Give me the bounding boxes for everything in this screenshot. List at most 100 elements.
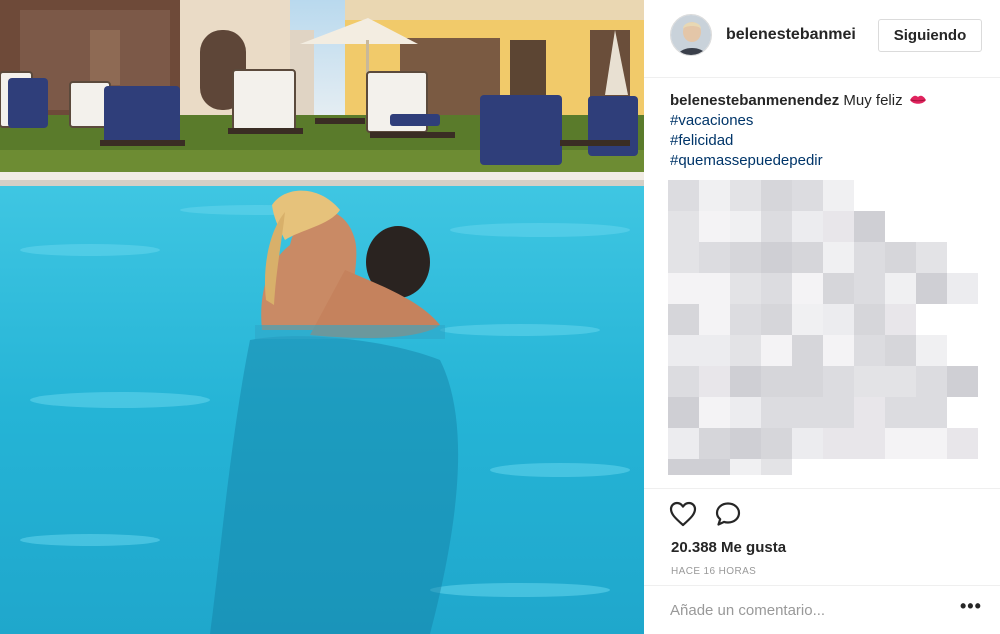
pixelated-cell	[761, 242, 792, 273]
likes-count[interactable]: 20.388 Me gusta	[671, 539, 786, 556]
pixelated-cell	[916, 242, 947, 273]
pixelated-cell	[823, 304, 854, 335]
pixelated-cell	[792, 180, 823, 211]
pixelated-cell	[854, 273, 885, 304]
pixelated-cell	[916, 397, 947, 428]
author-username[interactable]: belenestebanmei	[726, 26, 856, 44]
pixelated-cell	[792, 335, 823, 366]
pixelated-cell	[730, 366, 761, 397]
pixelated-cell	[699, 428, 730, 459]
pixelated-cell	[916, 335, 947, 366]
pixelated-cell	[730, 304, 761, 335]
pixelated-cell	[699, 366, 730, 397]
pixelated-cell	[761, 304, 792, 335]
post-timestamp[interactable]: HACE 16 HORAS	[671, 566, 756, 577]
pixelated-cell	[947, 428, 978, 459]
pixelated-cell	[854, 242, 885, 273]
pixelated-cell	[668, 304, 699, 335]
caption-username[interactable]: belenestebanmenendez	[670, 92, 839, 109]
pixelated-comments	[668, 180, 992, 485]
post-caption: belenestebanmenendez Muy feliz #vacacion…	[670, 91, 990, 171]
pixelated-cell	[792, 304, 823, 335]
pixelated-cell	[854, 335, 885, 366]
pixelated-cell	[730, 211, 761, 242]
hashtag-link[interactable]: #felicidad	[670, 131, 990, 151]
pixelated-cell	[730, 180, 761, 211]
pixelated-cell	[916, 366, 947, 397]
avatar[interactable]	[670, 14, 712, 56]
pixelated-cell	[699, 335, 730, 366]
pixelated-cell	[668, 180, 699, 211]
kiss-lips-icon	[909, 95, 926, 104]
pixelated-cell	[730, 459, 761, 475]
pixelated-cell	[823, 335, 854, 366]
pixelated-cell	[699, 459, 730, 475]
post-photo[interactable]	[0, 0, 644, 634]
pixelated-cell	[854, 428, 885, 459]
post-actions: 20.388 Me gusta HACE 16 HORAS	[644, 488, 1000, 588]
avatar-image	[671, 15, 711, 55]
heart-icon[interactable]	[669, 501, 697, 527]
pixelated-cell	[885, 242, 916, 273]
pixelated-cell	[730, 242, 761, 273]
pixelated-cell	[761, 428, 792, 459]
pixelated-cell	[668, 242, 699, 273]
post-header: belenestebanmei Siguiendo	[644, 0, 1000, 78]
pixelated-cell	[885, 366, 916, 397]
pixelated-cell	[792, 242, 823, 273]
pixelated-cell	[761, 335, 792, 366]
pixelated-cell	[885, 273, 916, 304]
pixelated-cell	[885, 428, 916, 459]
pixelated-cell	[668, 428, 699, 459]
pixelated-cell	[668, 397, 699, 428]
hashtag-link[interactable]: #vacaciones	[670, 111, 990, 131]
hashtag-link[interactable]: #quemassepuedepedir	[670, 151, 990, 171]
pixelated-cell	[823, 273, 854, 304]
pixelated-cell	[668, 273, 699, 304]
pixelated-cell	[761, 459, 792, 475]
pixelated-cell	[792, 273, 823, 304]
pixelated-cell	[668, 211, 699, 242]
caption-text: Muy feliz	[843, 92, 903, 109]
pixelated-cell	[761, 211, 792, 242]
pixelated-cell	[761, 180, 792, 211]
pixelated-cell	[668, 366, 699, 397]
post-side-panel: belenestebanmei Siguiendo belenestebanme…	[644, 0, 1000, 634]
pixelated-cell	[823, 366, 854, 397]
pixelated-cell	[761, 397, 792, 428]
pixelated-cell	[916, 273, 947, 304]
pixelated-cell	[823, 397, 854, 428]
pixelated-cell	[885, 335, 916, 366]
pixelated-cell	[885, 397, 916, 428]
pixelated-cell	[916, 428, 947, 459]
pixelated-cell	[668, 335, 699, 366]
pixelated-cell	[854, 304, 885, 335]
pixelated-cell	[823, 180, 854, 211]
pixelated-cell	[668, 459, 699, 475]
pixelated-cell	[823, 428, 854, 459]
pixelated-cell	[730, 273, 761, 304]
pixelated-cell	[730, 335, 761, 366]
pixelated-cell	[699, 397, 730, 428]
pixelated-cell	[792, 211, 823, 242]
pixelated-cell	[947, 273, 978, 304]
pool-photo-illustration	[0, 0, 644, 634]
pixelated-cell	[761, 366, 792, 397]
pixelated-cell	[823, 242, 854, 273]
pixelated-cell	[792, 428, 823, 459]
comment-icon[interactable]	[714, 501, 742, 527]
pixelated-cell	[792, 397, 823, 428]
pixelated-cell	[792, 366, 823, 397]
following-button[interactable]: Siguiendo	[878, 19, 982, 52]
pixelated-cell	[854, 211, 885, 242]
pixelated-cell	[699, 304, 730, 335]
pixelated-cell	[947, 366, 978, 397]
pixelated-cell	[823, 211, 854, 242]
pixelated-cell	[699, 242, 730, 273]
pixelated-cell	[699, 180, 730, 211]
pixelated-cell	[761, 273, 792, 304]
more-options-icon[interactable]: •••	[960, 597, 981, 620]
comment-input[interactable]	[670, 599, 930, 621]
pixelated-cell	[699, 211, 730, 242]
pixelated-cell	[730, 397, 761, 428]
